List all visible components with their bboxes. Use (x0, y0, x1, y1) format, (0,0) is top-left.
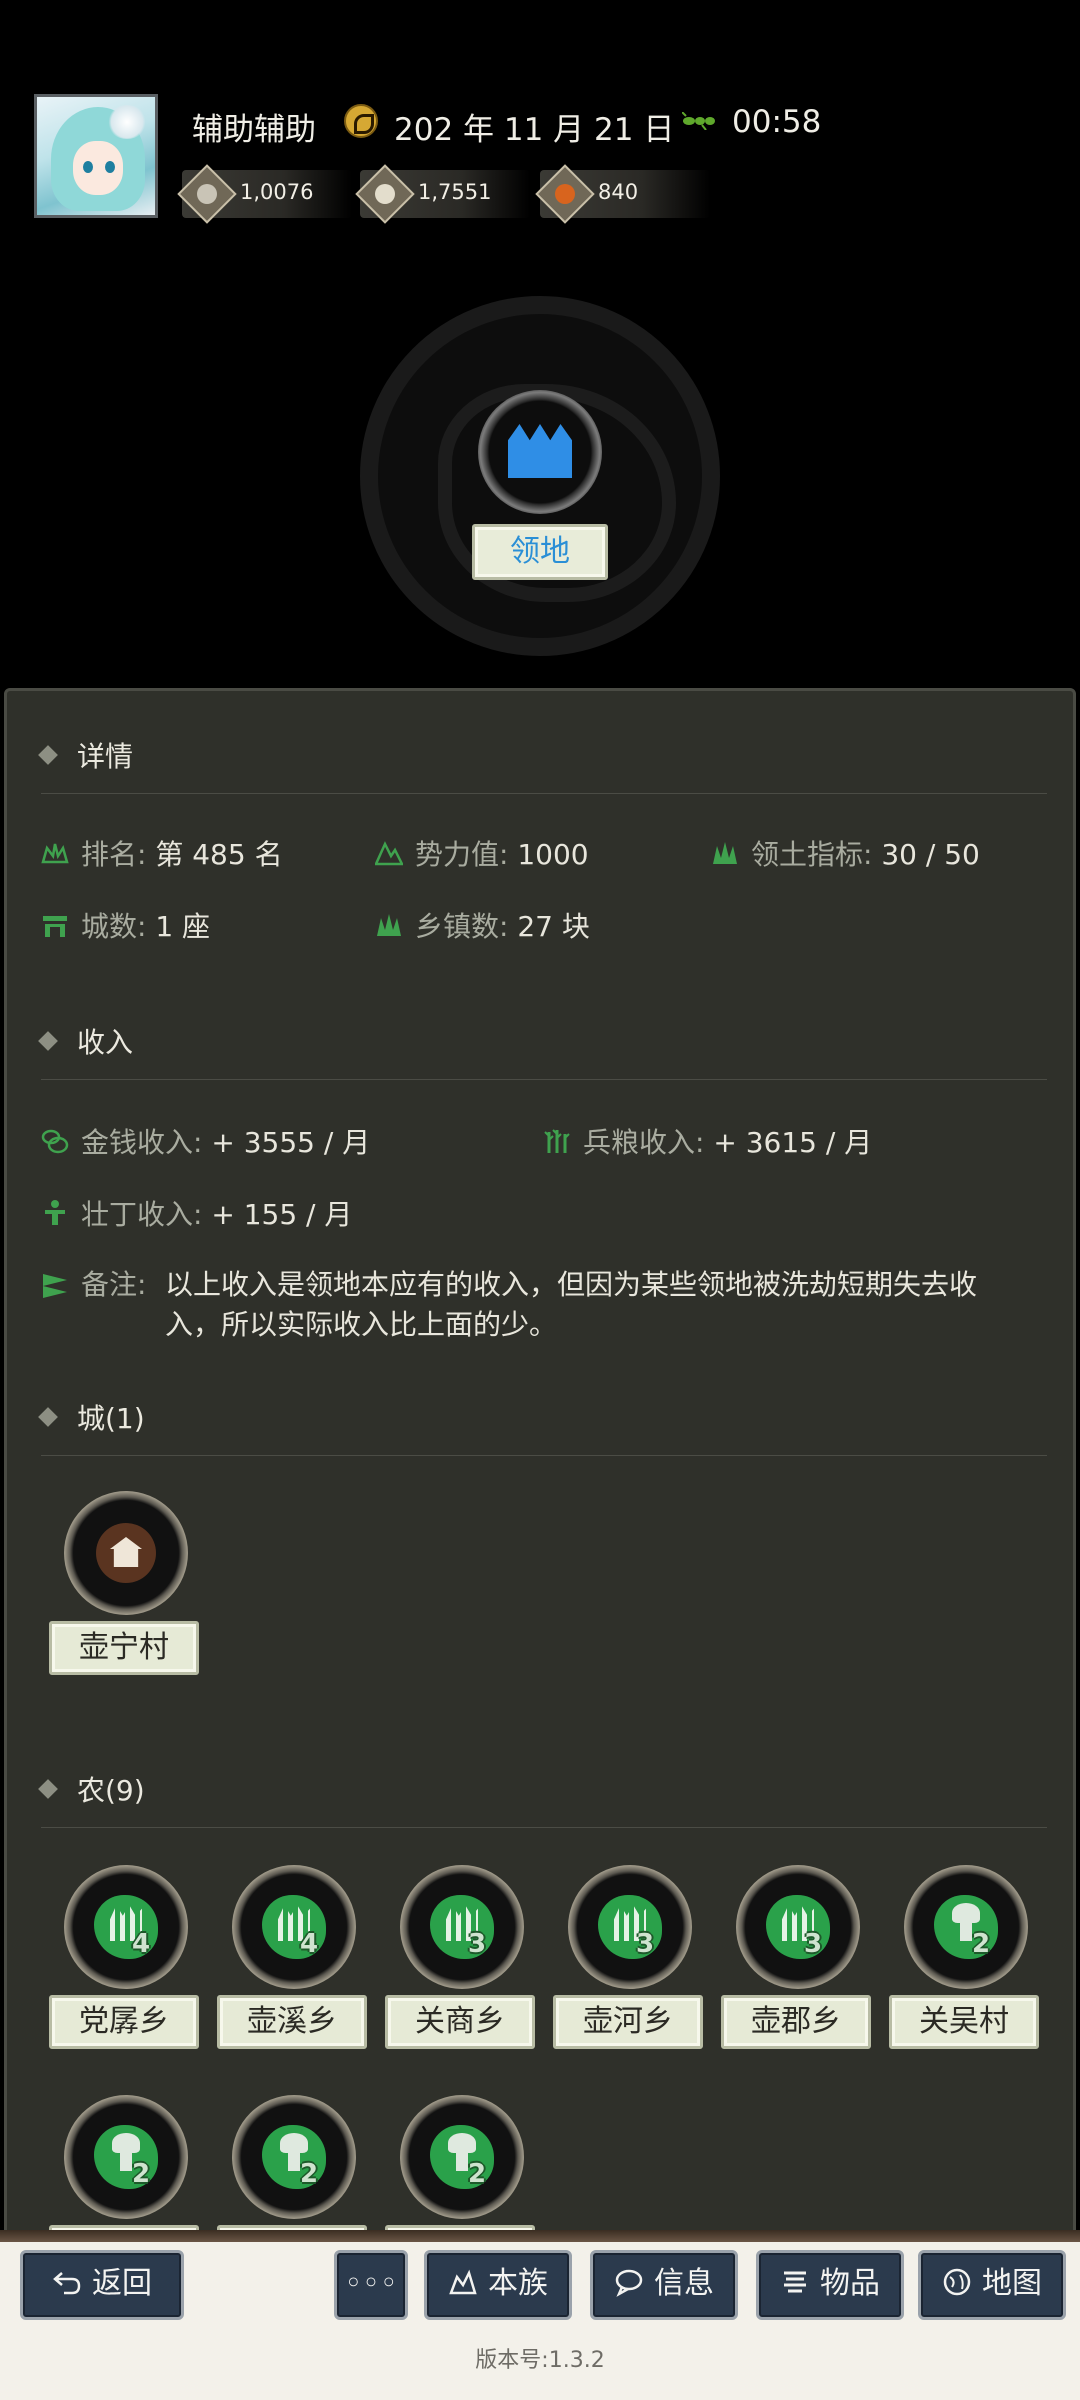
wheat-icon (544, 1129, 570, 1153)
territory-index-stat: 领土指标: 30 / 50 (711, 833, 980, 873)
territory-label[interactable]: 领地 (472, 524, 608, 580)
scroll-icon (784, 2271, 806, 2292)
resource-value: 1,0076 (240, 180, 314, 204)
header: 辅助辅助 202 年 11 月 21 日 00:58 1,0076 1,7551… (0, 0, 1080, 690)
cities-stat: 城数: 1 座 (41, 905, 210, 945)
decorative-strip (0, 2230, 1080, 2242)
farm-level: 2 (300, 2159, 319, 2189)
user-name: 辅助辅助 (192, 112, 316, 148)
manpower-icon (535, 164, 595, 224)
farm-icon-button[interactable]: 2 (232, 2095, 356, 2219)
farms-section-title: 农(9) (38, 1769, 145, 1809)
items-button[interactable]: 物品 (756, 2250, 904, 2320)
city-gate-icon (43, 916, 67, 937)
map-button[interactable]: 地图 (918, 2250, 1066, 2320)
farm-level: 4 (300, 1929, 319, 1959)
towns-stat: 乡镇数: 27 块 (375, 905, 590, 945)
farm-name[interactable]: 壶溪乡 (217, 1995, 367, 2049)
farm-icon-button[interactable]: 4 (232, 1865, 356, 1989)
farm-level: 3 (636, 1929, 655, 1959)
divider (41, 793, 1047, 794)
details-section-title: 详情 (38, 735, 133, 775)
income-note: 备注: 以上收入是领地本应有的收入，但因为某些领地被洗劫短期失去收入，所以实际收… (41, 1265, 1041, 1341)
resource-manpower: 840 (535, 164, 710, 224)
more-dots-icon: ◦◦◦ (344, 2266, 398, 2301)
person-icon (45, 1200, 65, 1225)
territory-button[interactable] (478, 390, 602, 514)
ant-icon (682, 112, 715, 130)
flag-icon (43, 1274, 67, 1298)
farm-level: 3 (468, 1929, 487, 1959)
clan-button[interactable]: 本族 (424, 2250, 572, 2320)
grain-income-stat: 兵粮收入: + 3615 / 月 (543, 1121, 872, 1161)
farm-level: 3 (804, 1929, 823, 1959)
farm-name[interactable]: 壶郡乡 (721, 1995, 871, 2049)
grain-bowl-icon (355, 164, 415, 224)
clock-time: 00:58 (732, 104, 822, 140)
farm-level: 2 (132, 2159, 151, 2189)
grass-icon (377, 914, 401, 936)
crown-outline-icon (41, 843, 69, 864)
farm-icon-button[interactable]: 2 (904, 1865, 1028, 1989)
bottom-nav-bar: 返回 ◦◦◦ 本族 信息 物品 地图 版本号:1.3.2 (0, 2230, 1080, 2400)
power-stat: 势力值: 1000 (375, 833, 589, 873)
city-name[interactable]: 壶宁村 (49, 1621, 199, 1675)
income-section-title: 收入 (38, 1021, 133, 1061)
back-arrow-icon (53, 2271, 81, 2294)
farm-icon-button[interactable]: 4 (64, 1865, 188, 1989)
calendar-icon (344, 104, 378, 138)
grass-icon (713, 842, 737, 864)
resource-value: 840 (598, 180, 639, 204)
farm-level: 2 (972, 1929, 991, 1959)
divider (41, 1079, 1047, 1080)
game-date: 202 年 11 月 21 日 (394, 112, 675, 148)
resource-silver: 1,0076 (177, 164, 352, 224)
divider (41, 1827, 1047, 1828)
mountain-icon (375, 841, 403, 866)
crown-icon (508, 424, 572, 478)
money-income-stat: 金钱收入: + 3555 / 月 (41, 1121, 370, 1161)
cities-section-title: 城(1) (38, 1397, 145, 1437)
info-button[interactable]: 信息 (590, 2250, 738, 2320)
farm-icon-button[interactable]: 3 (736, 1865, 860, 1989)
chat-bubble-icon (615, 2269, 643, 2297)
note-text: 以上收入是领地本应有的收入，但因为某些领地被洗劫短期失去收入，所以实际收入比上面… (165, 1268, 978, 1341)
men-income-stat: 壮丁收入: + 155 / 月 (41, 1193, 352, 1233)
farm-name[interactable]: 党孱乡 (49, 1995, 199, 2049)
farm-name[interactable]: 壶河乡 (553, 1995, 703, 2049)
territory-panel: 详情 排名: 第 485 名 势力值: 1000 领土指标: 30 / 50 城… (4, 688, 1076, 2236)
divider (41, 1455, 1047, 1456)
house-icon (96, 1523, 156, 1583)
farm-icon-button[interactable]: 2 (64, 2095, 188, 2219)
city-icon-button[interactable] (64, 1491, 188, 1615)
rank-stat: 排名: 第 485 名 (41, 833, 283, 873)
globe-icon (943, 2268, 971, 2295)
farm-name[interactable]: 关商乡 (385, 1995, 535, 2049)
farm-name[interactable]: 关吴村 (889, 1995, 1039, 2049)
version-label: 版本号:1.3.2 (475, 2348, 605, 2373)
silver-coin-icon (177, 164, 237, 224)
avatar[interactable] (34, 94, 158, 218)
farm-level: 2 (468, 2159, 487, 2189)
clan-icon (449, 2269, 477, 2294)
resource-grain: 1,7551 (355, 164, 530, 224)
coins-icon (41, 1129, 69, 1154)
more-button[interactable]: ◦◦◦ (334, 2250, 408, 2320)
farm-level: 4 (132, 1929, 151, 1959)
farm-icon-button[interactable]: 3 (400, 1865, 524, 1989)
farm-icon-button[interactable]: 3 (568, 1865, 692, 1989)
back-button[interactable]: 返回 (20, 2250, 184, 2320)
farm-icon-button[interactable]: 2 (400, 2095, 524, 2219)
resource-value: 1,7551 (418, 180, 492, 204)
